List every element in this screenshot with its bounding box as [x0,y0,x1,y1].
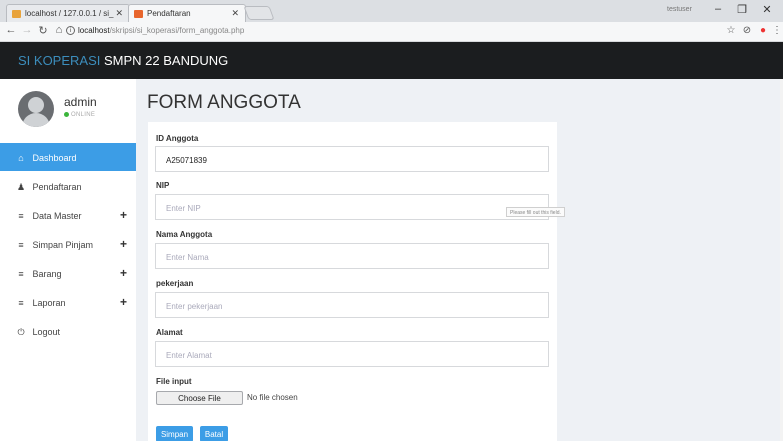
app-brand[interactable]: SI KOPERASI SMPN 22 BANDUNG [18,53,228,68]
browser-tab-pendaftaran[interactable]: Pendaftaran ✕ [128,4,246,22]
file-status-text: No file chosen [247,393,298,402]
nip-label: NIP [156,181,170,190]
app-header: SI KOPERASI SMPN 22 BANDUNG [0,42,783,79]
window-user-label: testuser [667,6,692,13]
online-dot-icon [64,112,69,117]
choose-file-button[interactable]: Choose File [156,391,243,405]
id-anggota-field[interactable]: A25071839 [155,146,549,172]
sidebar-item-logout[interactable]: ⏻ Logout [0,317,136,345]
maximize-icon[interactable]: ❐ [732,3,752,16]
brand-accent: SI KOPERASI [18,53,101,68]
sidebar-menu: ⌂ Dashboard ♟ Pendaftaran ≡ Data Master … [0,143,136,346]
sidebar: admin ONLINE ⌂ Dashboard ♟ Pendaftaran ≡… [0,79,136,441]
validation-tooltip: Please fill out this field. [506,207,565,217]
expand-plus-icon[interactable]: + [120,237,127,251]
avatar [18,91,54,127]
sidebar-item-pendaftaran[interactable]: ♟ Pendaftaran [0,172,136,200]
list-icon: ≡ [18,240,24,250]
tab-title: localhost / 127.0.0.1 / si_ [25,9,114,18]
batal-button[interactable]: Batal [200,426,228,441]
user-panel: admin ONLINE [18,91,128,131]
sidebar-item-label: Simpan Pinjam [32,240,94,250]
sidebar-item-label: Logout [32,327,61,337]
file-input-label: File input [156,377,192,386]
expand-plus-icon[interactable]: + [120,208,127,222]
expand-plus-icon[interactable]: + [120,266,127,280]
sidebar-item-dashboard[interactable]: ⌂ Dashboard [0,143,136,171]
browser-tabstrip: localhost / 127.0.0.1 / si_ ✕ Pendaftara… [0,0,783,22]
sidebar-item-barang[interactable]: ≡ Barang + [0,259,136,287]
back-icon[interactable]: ← [4,24,18,36]
nama-anggota-field[interactable]: Enter Nama [155,243,549,269]
address-bar: ← → ↻ ⌂ i localhost/skripsi/si_koperasi/f… [0,22,783,42]
user-name: admin [64,95,97,109]
expand-plus-icon[interactable]: + [120,295,127,309]
simpan-button[interactable]: Simpan [156,426,193,441]
bookmark-star-icon[interactable]: ☆ [724,25,738,36]
reload-icon[interactable]: ↻ [36,24,50,37]
extension-icon[interactable]: ⊘ [740,25,754,36]
browser-menu-icon[interactable]: ⋮ [770,25,783,36]
close-tab-icon[interactable]: ✕ [115,8,123,19]
brand-rest: SMPN 22 BANDUNG [104,53,229,68]
sidebar-item-label: Pendaftaran [32,182,82,192]
user-status: ONLINE [64,112,95,118]
home-browser-icon[interactable]: ⌂ [52,24,66,36]
tab-title: Pendaftaran [147,9,191,18]
minimize-icon[interactable]: – [708,3,728,15]
page-title: FORM ANGGOTA [147,92,301,113]
alamat-label: Alamat [156,328,183,337]
pekerjaan-field[interactable]: Enter pekerjaan [155,292,549,318]
form-card: ID Anggota A25071839 NIP Enter NIP Nama … [148,122,557,441]
sidebar-item-laporan[interactable]: ≡ Laporan + [0,288,136,316]
sidebar-item-data-master[interactable]: ≡ Data Master + [0,201,136,229]
power-icon: ⏻ [17,327,25,337]
url-path: /skripsi/si_koperasi/form_anggota.php [109,26,245,35]
info-icon[interactable]: i [66,26,75,36]
browser-tab-phpmyadmin[interactable]: localhost / 127.0.0.1 / si_ ✕ [6,4,130,22]
alamat-field[interactable]: Enter Alamat [155,341,549,367]
home-icon: ⌂ [18,153,24,163]
sidebar-item-label: Dashboard [32,153,77,163]
sidebar-item-label: Laporan [32,298,66,308]
nama-anggota-label: Nama Anggota [156,230,213,239]
pekerjaan-label: pekerjaan [156,279,194,288]
opera-extension-icon[interactable]: ● [756,25,770,36]
sidebar-item-simpan-pinjam[interactable]: ≡ Simpan Pinjam + [0,230,136,258]
sidebar-item-label: Barang [32,269,62,279]
id-anggota-label: ID Anggota [156,134,199,143]
phpmyadmin-favicon-icon [12,10,21,18]
list-icon: ≡ [18,269,24,279]
url-host: localhost [78,26,110,35]
page-favicon-icon [134,10,143,18]
close-window-icon[interactable]: ✕ [757,3,777,16]
forward-icon[interactable]: → [20,24,34,36]
new-tab-button[interactable] [243,6,275,20]
list-icon: ≡ [18,211,24,221]
sidebar-item-label: Data Master [32,211,82,221]
nip-field[interactable]: Enter NIP [155,194,549,220]
close-tab-icon[interactable]: ✕ [231,8,239,19]
url-field[interactable]: i localhost/skripsi/si_koperasi/form_angg… [66,26,245,36]
list-icon: ≡ [18,298,24,308]
user-icon: ♟ [16,182,26,192]
